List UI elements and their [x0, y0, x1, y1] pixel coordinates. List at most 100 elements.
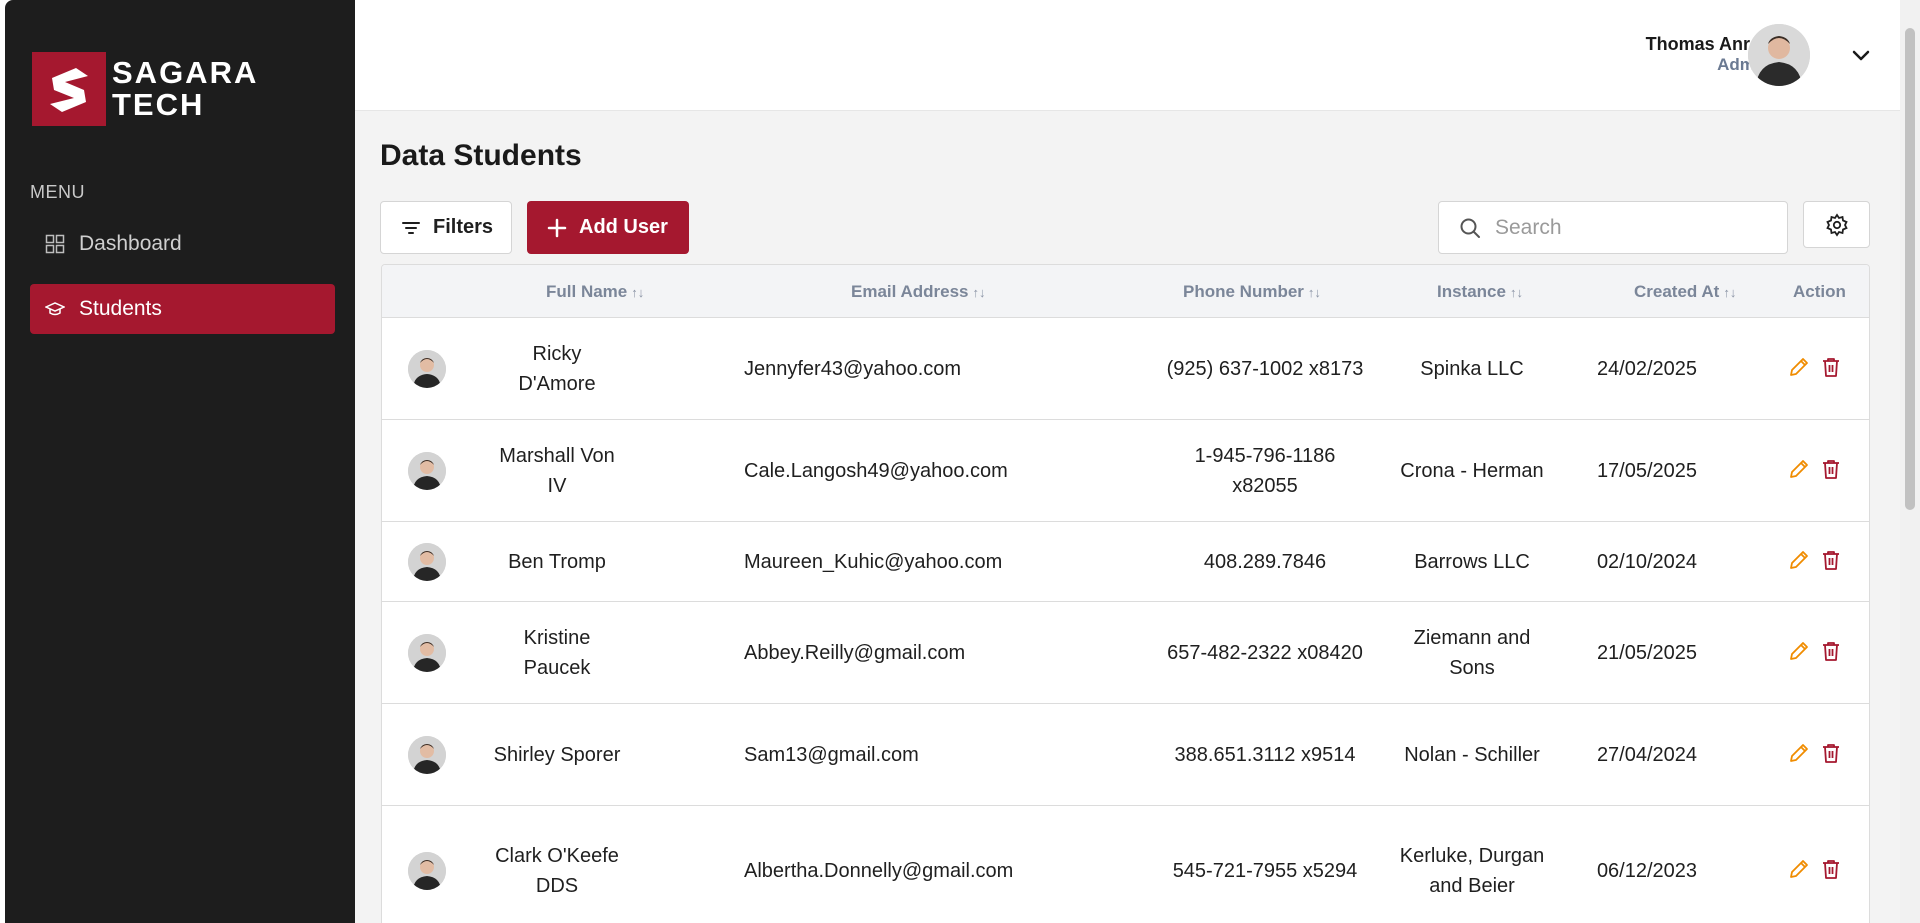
cell-phone: 545-721-7955 x5294 [1172, 860, 1358, 882]
brand-name: SAGARA TECH [112, 57, 258, 121]
brand-line-1: SAGARA [112, 55, 259, 90]
grid-icon [45, 234, 65, 254]
page-title: Data Students [380, 139, 582, 172]
avatar [408, 452, 446, 490]
cell-created-at: 17/05/2025 [1596, 460, 1698, 482]
plus-icon [547, 218, 567, 238]
filters-button[interactable]: Filters [380, 201, 512, 254]
brand-line-2: TECH [112, 87, 205, 122]
avatar [408, 736, 446, 774]
cell-full-name: Kristine Paucek [523, 627, 591, 679]
delete-icon[interactable] [1820, 858, 1842, 880]
table-body: Ricky D'Amore Jennyfer43@yahoo.com (925) 6… [382, 318, 1869, 923]
avatar [408, 350, 446, 388]
chevron-down-icon[interactable] [1850, 44, 1872, 66]
delete-icon[interactable] [1820, 458, 1842, 480]
column-header-action: Action [1793, 282, 1846, 301]
add-user-label: Add User [579, 216, 668, 238]
table-row[interactable]: Ben Tromp Maureen_Kuhic@yahoo.com 408.289.… [382, 522, 1869, 602]
edit-icon[interactable] [1788, 742, 1810, 764]
sidebar-item-label: Dashboard [79, 232, 182, 255]
edit-icon[interactable] [1788, 458, 1810, 480]
cell-full-name: Marshall Von IV [499, 445, 615, 497]
table-settings-button[interactable] [1803, 201, 1870, 248]
cell-full-name: Ben Tromp [508, 551, 606, 573]
cell-instance: Crona - Herman [1400, 460, 1544, 482]
brand-logo[interactable]: SAGARA TECH [32, 52, 258, 126]
column-header-full-name[interactable]: Full Name ↑↓ [546, 282, 644, 302]
cell-email: Sam13@gmail.com [744, 744, 919, 766]
row-actions [1788, 549, 1842, 571]
cell-created-at: 27/04/2024 [1596, 744, 1698, 766]
edit-icon[interactable] [1788, 549, 1810, 571]
sort-icon: ↑↓ [1723, 284, 1737, 300]
cell-instance: Spinka LLC [1420, 358, 1524, 380]
cell-full-name: Shirley Sporer [493, 744, 621, 766]
delete-icon[interactable] [1820, 742, 1842, 764]
column-header-phone[interactable]: Phone Number ↑↓ [1183, 282, 1321, 302]
gear-icon [1825, 212, 1849, 237]
sort-icon: ↑↓ [972, 284, 986, 300]
main-content: Data Students Filters Add User Search Fu… [355, 111, 1900, 923]
cell-instance: Kerluke, Durgan and Beier [1399, 845, 1545, 897]
cell-email: Maureen_Kuhic@yahoo.com [744, 551, 1003, 573]
filters-label: Filters [433, 216, 494, 238]
cell-phone: 388.651.3112 x9514 [1174, 744, 1356, 766]
cell-created-at: 24/02/2025 [1596, 358, 1698, 380]
cell-created-at: 21/05/2025 [1596, 642, 1698, 664]
filter-icon [401, 218, 421, 238]
edit-icon[interactable] [1788, 356, 1810, 378]
cell-phone: (925) 637-1002 x8173 [1166, 358, 1364, 380]
avatar [408, 852, 446, 890]
menu-label: MENU [30, 182, 85, 202]
table-row[interactable]: Shirley Sporer Sam13@gmail.com 388.651.311… [382, 704, 1869, 806]
cell-phone: 1-945-796-1186 x82055 [1194, 445, 1336, 497]
cell-created-at: 06/12/2023 [1596, 860, 1698, 882]
cell-instance: Ziemann and Sons [1413, 627, 1531, 679]
table-header: Full Name ↑↓ Email Address ↑↓ Phone Number… [382, 265, 1869, 318]
delete-icon[interactable] [1820, 640, 1842, 662]
delete-icon[interactable] [1820, 356, 1842, 378]
search-box[interactable] [1438, 201, 1788, 254]
avatar [408, 543, 446, 581]
top-header: Thomas Anree Admin [355, 0, 1900, 111]
row-actions [1788, 356, 1842, 378]
cell-phone: 408.289.7846 [1203, 551, 1327, 573]
table-row[interactable]: Marshall Von IV Cale.Langosh49@yahoo.com 1… [382, 420, 1869, 522]
logo-mark-icon [32, 52, 106, 126]
cell-email: Albertha.Donnelly@gmail.com [744, 860, 1014, 882]
graduation-cap-icon [45, 299, 65, 319]
sidebar-item-label: Students [79, 297, 162, 320]
row-actions [1788, 858, 1842, 880]
edit-icon[interactable] [1788, 640, 1810, 662]
edit-icon[interactable] [1788, 858, 1810, 880]
scrollbar-thumb[interactable] [1905, 28, 1915, 510]
cell-created-at: 02/10/2024 [1596, 551, 1698, 573]
row-actions [1788, 458, 1842, 480]
cell-full-name: Clark O'Keefe DDS [495, 845, 619, 897]
sidebar-item-students[interactable]: Students [30, 284, 335, 334]
students-table: Full Name ↑↓ Email Address ↑↓ Phone Number… [381, 264, 1870, 923]
cell-email: Jennyfer43@yahoo.com [744, 358, 962, 380]
column-header-email[interactable]: Email Address ↑↓ [851, 282, 985, 302]
cell-full-name: Ricky D'Amore [518, 343, 596, 395]
avatar[interactable] [1748, 24, 1810, 86]
cell-email: Cale.Langosh49@yahoo.com [744, 460, 1008, 482]
sidebar-item-dashboard[interactable]: Dashboard [30, 219, 335, 269]
row-actions [1788, 640, 1842, 662]
cell-instance: Barrows LLC [1414, 551, 1530, 573]
column-header-instance[interactable]: Instance ↑↓ [1437, 282, 1523, 302]
cell-instance: Nolan - Schiller [1404, 744, 1540, 766]
table-row[interactable]: Kristine Paucek Abbey.Reilly@gmail.com 657… [382, 602, 1869, 704]
sidebar: SAGARA TECH MENU Dashboard Students [5, 0, 355, 923]
search-input[interactable] [1495, 215, 1755, 240]
add-user-button[interactable]: Add User [527, 201, 689, 254]
cell-phone: 657-482-2322 x08420 [1167, 642, 1363, 664]
table-row[interactable]: Clark O'Keefe DDS Albertha.Donnelly@gmail… [382, 806, 1869, 923]
table-row[interactable]: Ricky D'Amore Jennyfer43@yahoo.com (925) 6… [382, 318, 1869, 420]
page-scrollbar[interactable] [1900, 0, 1920, 923]
delete-icon[interactable] [1820, 549, 1842, 571]
sort-icon: ↑↓ [1509, 284, 1523, 300]
column-header-created-at[interactable]: Created At ↑↓ [1634, 282, 1736, 302]
sort-icon: ↑↓ [631, 284, 645, 300]
